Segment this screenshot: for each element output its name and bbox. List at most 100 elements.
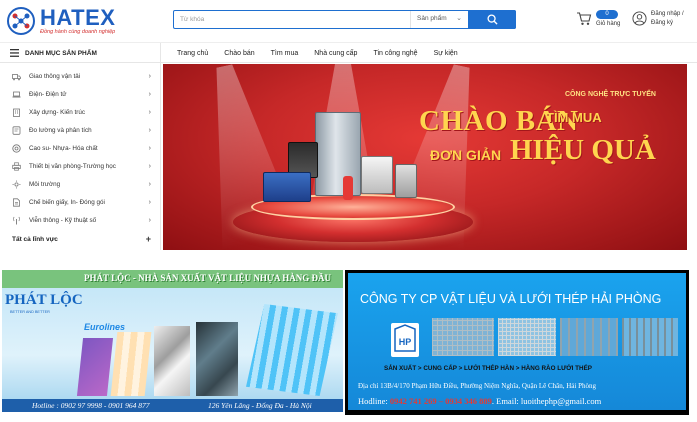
logo-icon	[7, 7, 35, 35]
chevron-right-icon: ›	[148, 73, 151, 80]
hero-banner[interactable]: CÔNG NGHỆ TRỰC TUYẾN CHÀO BÁN TÌM MUA ĐƠ…	[163, 64, 687, 250]
truck-icon	[12, 72, 21, 81]
phat-loc-slogan: BETTER AND BETTER	[10, 310, 50, 314]
all-categories-label: Tất cả lĩnh vực	[12, 235, 58, 243]
sidebar-item-office[interactable]: Thiết bị văn phòng-Trường học ›	[0, 157, 161, 176]
mesh-product	[498, 318, 556, 356]
fence-product	[560, 318, 618, 356]
hero-tagline: CÔNG NGHỆ TRỰC TUYẾN	[565, 91, 656, 98]
sidebar-item-label: Viễn thông - Kỹ thuật số	[29, 217, 97, 224]
sidebar-item-label: Thiết bị văn phòng-Trường học	[29, 163, 116, 170]
leaf-icon	[12, 180, 21, 189]
hero-headline-effective: HIỆU QUẢ	[510, 134, 656, 166]
cart-button[interactable]: 0 Giỏ hàng	[576, 9, 624, 31]
sidebar-item-paper[interactable]: Chế biến giấy, In- Đóng gói ›	[0, 193, 161, 212]
sidebar-item-label: Giao thông vận tải	[29, 73, 81, 80]
chevron-right-icon: ›	[148, 145, 151, 152]
logo-slogan: Đồng hành cùng doanh nghiệp	[40, 29, 116, 35]
nav-tech-news[interactable]: Tin công nghệ	[373, 50, 417, 57]
chevron-down-icon: ⌄	[456, 15, 462, 22]
category-sidebar: Giao thông vận tải › Điện- Điện tử › Xây…	[0, 63, 161, 250]
printer-icon	[12, 162, 21, 171]
nav-buy[interactable]: Tìm mua	[271, 50, 299, 57]
login-link[interactable]: Đăng nhập /	[651, 11, 684, 17]
sidebar-item-label: Chế biến giấy, In- Đóng gói	[29, 199, 105, 206]
category-menu-toggle[interactable]: DANH MỤC SẢN PHẨM	[0, 43, 161, 63]
sidebar-item-chemicals[interactable]: Cao su- Nhựa- Hóa chất ›	[0, 139, 161, 158]
user-icon	[632, 11, 647, 26]
banner-title: CÔNG TY CP VẬT LIỆU VÀ LƯỚI THÉP HẢI PHÒ…	[360, 292, 662, 306]
sidebar-item-label: Cao su- Nhựa- Hóa chất	[29, 145, 98, 152]
main-navbar: DANH MỤC SẢN PHẨM Trang chủ Chào bán Tìm…	[0, 42, 697, 63]
banner-hotline: Hodline: 0942 741 269 – 0934 346 889. Em…	[358, 396, 602, 406]
sidebar-item-label: Điện- Điện tử	[29, 91, 67, 98]
product-sheet	[154, 326, 190, 396]
banner-address: 126 Yên Lãng - Đống Đa - Hà Nội	[208, 401, 312, 410]
chevron-right-icon: ›	[148, 163, 151, 170]
nav-sell[interactable]: Chào bán	[224, 50, 254, 57]
chevron-right-icon: ›	[148, 127, 151, 134]
tire-icon	[12, 144, 21, 153]
mesh-logo-icon: HP	[394, 324, 416, 352]
header: HATEX Đồng hành cùng doanh nghiệp Sản ph…	[0, 0, 697, 42]
laptop-icon	[12, 90, 21, 99]
search-bar: Sản phẩm ⌄	[173, 10, 516, 29]
ad-banner-phat-loc[interactable]: PHÁT LỘC - NHÀ SẢN XUẤT VẬT LIỆU NHỰA HÀ…	[2, 270, 343, 412]
plus-icon: +	[145, 234, 151, 244]
product-sheet	[246, 304, 338, 396]
sidebar-item-electronics[interactable]: Điện- Điện tử ›	[0, 85, 161, 104]
product-machine	[395, 164, 417, 198]
chevron-right-icon: ›	[148, 109, 151, 116]
search-category-label: Sản phẩm	[417, 15, 447, 22]
product-machine	[263, 172, 311, 202]
hamburger-icon	[10, 49, 19, 57]
meter-icon	[12, 126, 21, 135]
sidebar-item-construction[interactable]: Xây dựng- Kiến trúc ›	[0, 103, 161, 122]
product-cabinet	[315, 112, 361, 196]
building-icon	[12, 108, 21, 117]
banner-background: CÔNG TY CP VẬT LIỆU VÀ LƯỚI THÉP HẢI PHÒ…	[348, 273, 686, 410]
nav-home[interactable]: Trang chủ	[177, 50, 208, 57]
chevron-right-icon: ›	[148, 199, 151, 206]
banner-title: PHÁT LỘC - NHÀ SẢN XUẤT VẬT LIỆU NHỰA HÀ…	[84, 273, 332, 283]
search-category-select[interactable]: Sản phẩm ⌄	[410, 11, 468, 28]
fire-extinguisher	[343, 176, 353, 200]
banner-address: Địa chỉ 13B/4/170 Phạm Hữu Điều, Phường …	[358, 382, 596, 390]
nav-suppliers[interactable]: Nhà cung cấp	[314, 50, 357, 57]
logo-text: HATEX	[40, 5, 116, 30]
product-sheet	[196, 322, 238, 396]
site-logo[interactable]: HATEX Đồng hành cùng doanh nghiệp	[6, 4, 126, 38]
search-icon	[486, 14, 498, 25]
svg-text:HP: HP	[399, 337, 412, 347]
nav-links: Trang chủ Chào bán Tìm mua Nhà cung cấp …	[169, 43, 466, 63]
hero-headline-simple: ĐƠN GIẢN	[430, 147, 502, 163]
nav-events[interactable]: Sự kiện	[434, 50, 458, 57]
phat-loc-logo: PHÁT LỘC	[5, 292, 83, 308]
sidebar-item-environment[interactable]: Môi trường ›	[0, 175, 161, 194]
sidebar-item-measurement[interactable]: Đo lường và phân tích ›	[0, 121, 161, 140]
paper-icon	[12, 198, 21, 207]
ad-banner-luoi-thep[interactable]: CÔNG TY CP VẬT LIỆU VÀ LƯỚI THÉP HẢI PHÒ…	[345, 270, 689, 415]
mesh-product	[432, 318, 494, 356]
cart-count-badge: 0	[596, 10, 618, 19]
hotline-label: Hodline:	[358, 396, 388, 406]
sidebar-item-transport[interactable]: Giao thông vận tải ›	[0, 67, 161, 86]
cart-label: Giỏ hàng	[596, 21, 621, 27]
fence-product	[622, 318, 678, 356]
antenna-icon	[12, 216, 21, 225]
all-categories-toggle[interactable]: Tất cả lĩnh vực +	[0, 230, 161, 248]
product-machine	[361, 156, 393, 194]
register-link[interactable]: Đăng ký	[651, 20, 673, 26]
category-menu-label: DANH MỤC SẢN PHẨM	[25, 49, 97, 57]
product-sheet	[110, 332, 152, 396]
search-input[interactable]	[180, 12, 400, 27]
banner-services: SẢN XUẤT > CUNG CẤP > LƯỚI THÉP HÀN > HÀ…	[384, 365, 592, 372]
chevron-right-icon: ›	[148, 91, 151, 98]
search-button[interactable]	[468, 10, 516, 29]
sidebar-item-label: Môi trường	[29, 181, 61, 188]
product-sheet	[76, 338, 114, 396]
brand-name: Eurolines	[84, 322, 126, 332]
sidebar-item-telecom[interactable]: Viễn thông - Kỹ thuật số ›	[0, 211, 161, 230]
account-menu[interactable]: Đăng nhập / Đăng ký	[632, 9, 696, 31]
banner-hotline: Hotline : 0902 97 9998 - 0901 964 877	[32, 401, 150, 410]
